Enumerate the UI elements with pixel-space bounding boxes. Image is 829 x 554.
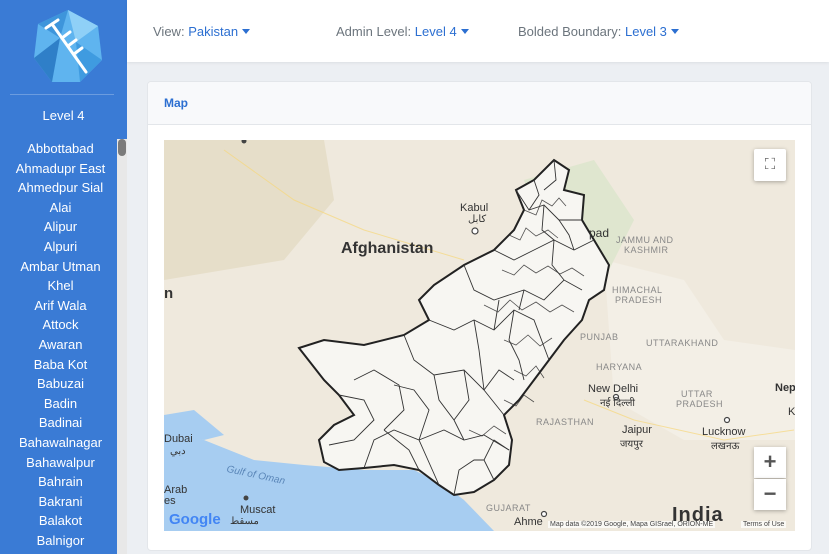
region-item[interactable]: Alai: [0, 198, 127, 218]
vaccine-logo-icon: [34, 10, 102, 82]
map-label-k-edge: K: [788, 406, 795, 418]
view-value[interactable]: Pakistan: [188, 24, 238, 39]
view-dropdown[interactable]: View: Pakistan: [153, 24, 251, 39]
map-terms-link[interactable]: Terms of Use: [741, 521, 787, 528]
map-label-kabul: Kabul: [460, 202, 489, 214]
region-item[interactable]: Ambar Utman: [0, 257, 127, 277]
region-item[interactable]: Alpuri: [0, 237, 127, 257]
map-label-lucknow-local: लखनऊ: [711, 441, 740, 452]
region-item[interactable]: Ahmedpur Sial: [0, 178, 127, 198]
map-label-punjab: PUNJAB: [580, 332, 619, 342]
map-label-muscat-local: مسقط: [230, 516, 259, 527]
map-card-title: Map: [164, 96, 188, 110]
region-item[interactable]: Khel: [0, 276, 127, 296]
level-title: Level 4: [42, 108, 85, 123]
map-canvas[interactable]: Afghanistan Kabul کابل n pad JAMMU AND K…: [164, 140, 795, 531]
region-item[interactable]: Ahmadupr East: [0, 159, 127, 179]
map-label-dubai: Dubai: [164, 433, 193, 445]
region-item[interactable]: Badin: [0, 394, 127, 414]
admin-level-dropdown[interactable]: Admin Level: Level 4: [336, 24, 469, 39]
caret-down-icon[interactable]: [242, 29, 251, 34]
region-item[interactable]: Bakrani: [0, 492, 127, 512]
map-label-uttar: UTTAR: [681, 389, 713, 399]
map-card-header: Map: [148, 82, 811, 125]
map-label-lucknow: Lucknow: [702, 426, 746, 438]
map-label-himachal-pradesh: PRADESH: [615, 295, 663, 305]
bolded-boundary-dropdown[interactable]: Bolded Boundary: Level 3: [518, 24, 679, 39]
map-attribution: Map data ©2019 Google, Mapa GISrael, ORI…: [548, 521, 716, 528]
map-label-ahme: Ahme: [514, 516, 543, 528]
sidebar-scrollbar-track[interactable]: [117, 139, 127, 554]
admin-level-label: Admin Level:: [336, 24, 412, 39]
region-item[interactable]: Babuzai: [0, 374, 127, 394]
sidebar-divider: [10, 94, 114, 95]
map-label-uttarakhand: UTTARAKHAND: [646, 338, 719, 348]
map-label-kabul-local: کابل: [468, 214, 487, 225]
region-list: Abbottabad Ahmadupr East Ahmedpur Sial A…: [0, 139, 127, 550]
map-label-es: es: [164, 495, 176, 507]
region-item[interactable]: Balnigor: [0, 531, 127, 551]
map-label-rajasthan: RAJASTHAN: [536, 417, 595, 427]
region-item[interactable]: Awaran: [0, 335, 127, 355]
caret-down-icon[interactable]: [460, 29, 469, 34]
view-label: View:: [153, 24, 185, 39]
map-label-himachal: HIMACHAL: [612, 285, 663, 295]
sidebar: Level 4 Abbottabad Ahmadupr East Ahmedpu…: [0, 0, 127, 554]
map-label-new-delhi-local: नई दिल्ली: [600, 398, 636, 409]
map-label-jaipur: Jaipur: [622, 424, 652, 436]
region-item[interactable]: Attock: [0, 315, 127, 335]
map-label-muscat: Muscat: [240, 504, 276, 516]
map-label-afghanistan: Afghanistan: [341, 240, 434, 257]
map-label-gujarat: GUJARAT: [486, 503, 531, 513]
sidebar-scrollbar-thumb[interactable]: [118, 139, 126, 156]
region-item[interactable]: Abbottabad: [0, 139, 127, 159]
admin-level-value[interactable]: Level 4: [415, 24, 457, 39]
region-item[interactable]: Arif Wala: [0, 296, 127, 316]
caret-down-icon[interactable]: [670, 29, 679, 34]
map-label-pad: pad: [589, 226, 610, 240]
map-label-jammu: JAMMU AND: [616, 235, 674, 245]
region-item[interactable]: Badinai: [0, 413, 127, 433]
google-logo-icon: Google: [169, 511, 221, 528]
map-label-haryana: HARYANA: [596, 362, 643, 372]
bolded-boundary-value[interactable]: Level 3: [625, 24, 667, 39]
map-label-n-edge: n: [164, 285, 174, 302]
map-label-new-delhi: New Delhi: [588, 383, 639, 395]
map-label-nep: Nep: [775, 382, 795, 394]
zoom-out-button[interactable]: −: [754, 479, 786, 510]
region-item[interactable]: Baba Kot: [0, 355, 127, 375]
region-item[interactable]: Bahrain: [0, 472, 127, 492]
map-label-jaipur-local: जयपुर: [620, 439, 643, 450]
region-item[interactable]: Alipur: [0, 217, 127, 237]
region-item[interactable]: Balakot: [0, 511, 127, 531]
region-item[interactable]: Bahawalpur: [0, 453, 127, 473]
zoom-in-button[interactable]: +: [754, 447, 786, 478]
map-label-dubai-local: دبي: [170, 446, 186, 457]
region-item[interactable]: Bahawalnagar: [0, 433, 127, 453]
fullscreen-icon[interactable]: ⛶: [754, 149, 786, 181]
map-label-kashmir: KASHMIR: [624, 245, 669, 255]
bolded-boundary-label: Bolded Boundary:: [518, 24, 622, 39]
map-label-uttar-pradesh: PRADESH: [676, 399, 724, 409]
